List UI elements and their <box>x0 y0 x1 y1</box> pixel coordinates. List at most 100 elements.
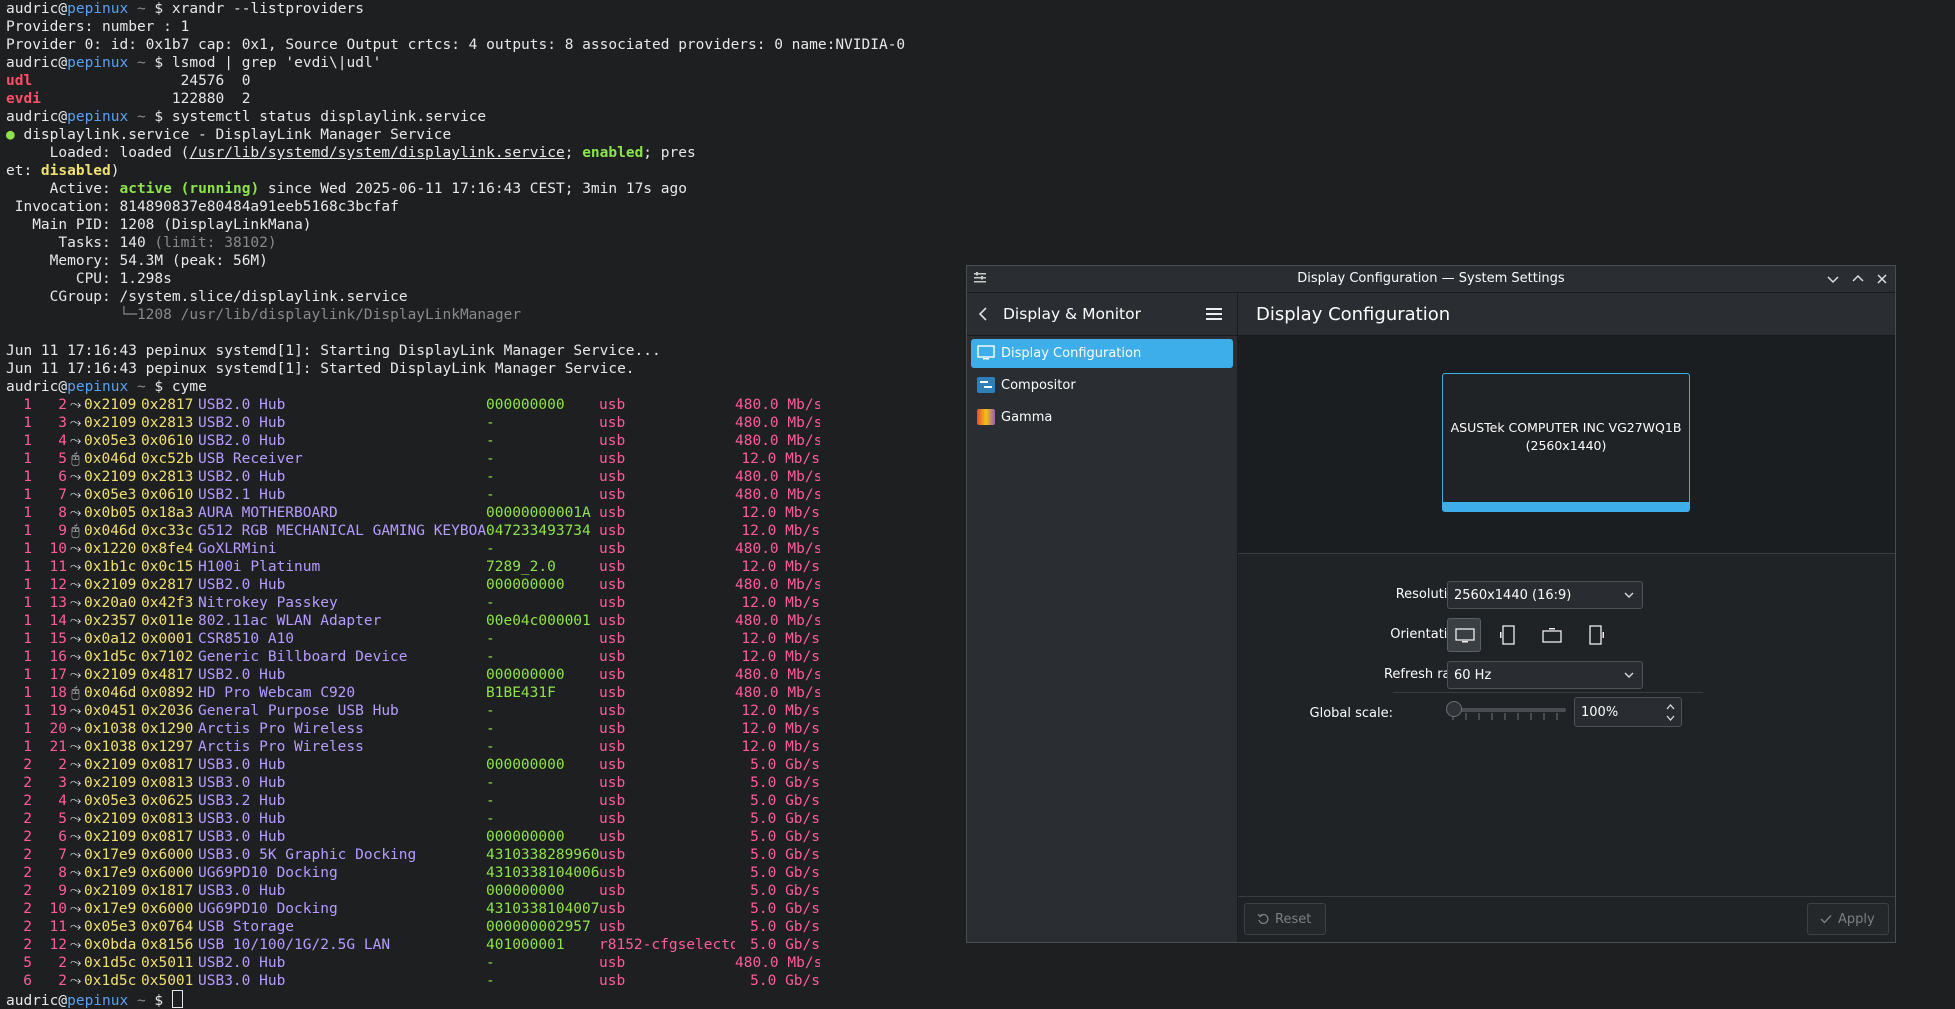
monitor-name: ASUSTek COMPUTER INC VG27WQ1B (2560x1440… <box>1450 420 1682 453</box>
device-icon: 🖰 <box>71 451 80 467</box>
device-icon: ⤳ <box>69 703 82 719</box>
slider-handle[interactable] <box>1446 701 1462 717</box>
hamburger-menu-icon[interactable] <box>1205 306 1223 322</box>
device-vid: 0x2109 <box>84 577 137 593</box>
device-speed: 480.0 Mb/s <box>735 613 820 629</box>
device-serial: - <box>486 721 495 737</box>
device-dev: 2 <box>58 397 67 413</box>
device-speed: 5.0 Gb/s <box>750 829 820 845</box>
sidebar-item-compositor[interactable]: Compositor <box>971 371 1233 400</box>
device-vid: 0x17e9 <box>84 847 137 863</box>
device-pid: 0x6000 <box>141 901 194 917</box>
device-bus: 1 <box>23 397 32 413</box>
orientation-portrait-right-button[interactable] <box>1579 618 1613 652</box>
device-bus: 1 <box>23 685 32 701</box>
device-name: Nitrokey Passkey <box>198 595 338 611</box>
device-bus: 2 <box>23 865 32 881</box>
device-name: GoXLRMini <box>198 541 277 557</box>
device-name: G512 RGB MECHANICAL GAMING KEYBOARD <box>198 523 486 539</box>
device-dev: 18 <box>49 685 67 701</box>
device-vid: 0x2109 <box>84 469 137 485</box>
monitor-tile[interactable]: ASUSTek COMPUTER INC VG27WQ1B (2560x1440… <box>1442 373 1690 512</box>
device-pid: 0x0813 <box>141 775 194 791</box>
device-serial: - <box>486 541 495 557</box>
device-pid: 0x5001 <box>141 973 194 989</box>
device-speed: 480.0 Mb/s <box>735 955 820 971</box>
orientation-inverted-button[interactable] <box>1535 618 1569 652</box>
device-dev: 7 <box>58 487 67 503</box>
titlebar[interactable]: Display Configuration — System Settings <box>967 266 1895 293</box>
device-pid: 0x0892 <box>141 685 194 701</box>
main-header: Display Configuration <box>1238 293 1895 336</box>
global-scale-spinbox[interactable]: 100% <box>1574 697 1682 727</box>
device-driver: usb <box>599 793 626 809</box>
device-dev: 13 <box>49 595 67 611</box>
device-driver: usb <box>599 973 626 989</box>
device-vid: 0x046d <box>84 685 137 701</box>
device-driver: usb <box>599 397 626 413</box>
device-vid: 0x1b1c <box>84 559 137 575</box>
device-pid: 0x42f3 <box>141 595 194 611</box>
orientation-landscape-button[interactable] <box>1447 618 1481 652</box>
sidebar-item-gamma[interactable]: Gamma <box>971 403 1233 432</box>
device-name: USB3.0 Hub <box>198 775 286 791</box>
minimize-icon[interactable] <box>1823 269 1843 289</box>
device-name: UG69PD10 Docking <box>198 901 338 917</box>
device-dev: 16 <box>49 649 67 665</box>
device-serial: 4310338104006 <box>486 865 599 881</box>
device-speed: 5.0 Gb/s <box>750 793 820 809</box>
maximize-icon[interactable] <box>1848 269 1868 289</box>
device-name: Generic Billboard Device <box>198 649 408 665</box>
device-vid: 0x0bda <box>84 937 137 953</box>
device-speed: 480.0 Mb/s <box>735 685 820 701</box>
orientation-portrait-left-button[interactable] <box>1491 618 1525 652</box>
device-serial: - <box>486 811 495 827</box>
device-dev: 8 <box>58 505 67 521</box>
device-vid: 0x2109 <box>84 397 137 413</box>
apply-button[interactable]: Apply <box>1807 903 1889 935</box>
device-vid: 0x2109 <box>84 757 137 773</box>
device-dev: 17 <box>49 667 67 683</box>
device-driver: usb <box>599 469 626 485</box>
back-arrow-icon[interactable] <box>975 305 993 323</box>
device-dev: 5 <box>58 811 67 827</box>
close-icon[interactable] <box>1872 269 1892 289</box>
device-name: Arctis Pro Wireless <box>198 739 364 755</box>
global-scale-slider[interactable] <box>1446 698 1566 722</box>
device-pid: 0x2036 <box>141 703 194 719</box>
device-serial: 000000002957 <box>486 919 591 935</box>
device-pid: 0x0c15 <box>141 559 194 575</box>
device-speed: 5.0 Gb/s <box>750 847 820 863</box>
device-bus: 1 <box>23 649 32 665</box>
device-bus: 1 <box>23 415 32 431</box>
device-driver: usb <box>599 451 626 467</box>
spin-down-icon[interactable] <box>1666 714 1675 722</box>
chevron-down-icon <box>1624 592 1634 598</box>
device-pid: 0x2813 <box>141 469 194 485</box>
device-name: USB Storage <box>198 919 295 935</box>
device-serial: - <box>486 739 495 755</box>
device-dev: 11 <box>49 919 67 935</box>
device-pid: 0x18a3 <box>141 505 194 521</box>
system-settings-window[interactable]: Display Configuration — System Settings … <box>966 265 1896 943</box>
landscape-monitor-icon <box>1455 628 1475 643</box>
resolution-combo[interactable]: 2560x1440 (16:9) <box>1447 581 1643 609</box>
device-serial: B1BE431F <box>486 685 556 701</box>
device-speed: 12.0 Mb/s <box>741 559 820 575</box>
monitor-layout-area[interactable]: ASUSTek COMPUTER INC VG27WQ1B (2560x1440… <box>1238 336 1895 554</box>
reset-button[interactable]: Reset <box>1244 903 1326 935</box>
refresh-rate-combo[interactable]: 60 Hz <box>1447 661 1643 689</box>
device-bus: 1 <box>23 739 32 755</box>
spin-up-icon[interactable] <box>1666 703 1675 711</box>
device-dev: 12 <box>49 577 67 593</box>
device-bus: 2 <box>23 847 32 863</box>
device-vid: 0x1d5c <box>84 955 137 971</box>
device-bus: 1 <box>23 613 32 629</box>
sidebar-item-display-configuration[interactable]: Display Configuration <box>971 339 1233 368</box>
device-driver: usb <box>599 415 626 431</box>
monitor-selection-bar <box>1443 502 1689 511</box>
device-pid: 0x2817 <box>141 577 194 593</box>
device-dev: 3 <box>58 775 67 791</box>
device-icon: ⤳ <box>69 919 82 935</box>
device-driver: usb <box>599 541 626 557</box>
